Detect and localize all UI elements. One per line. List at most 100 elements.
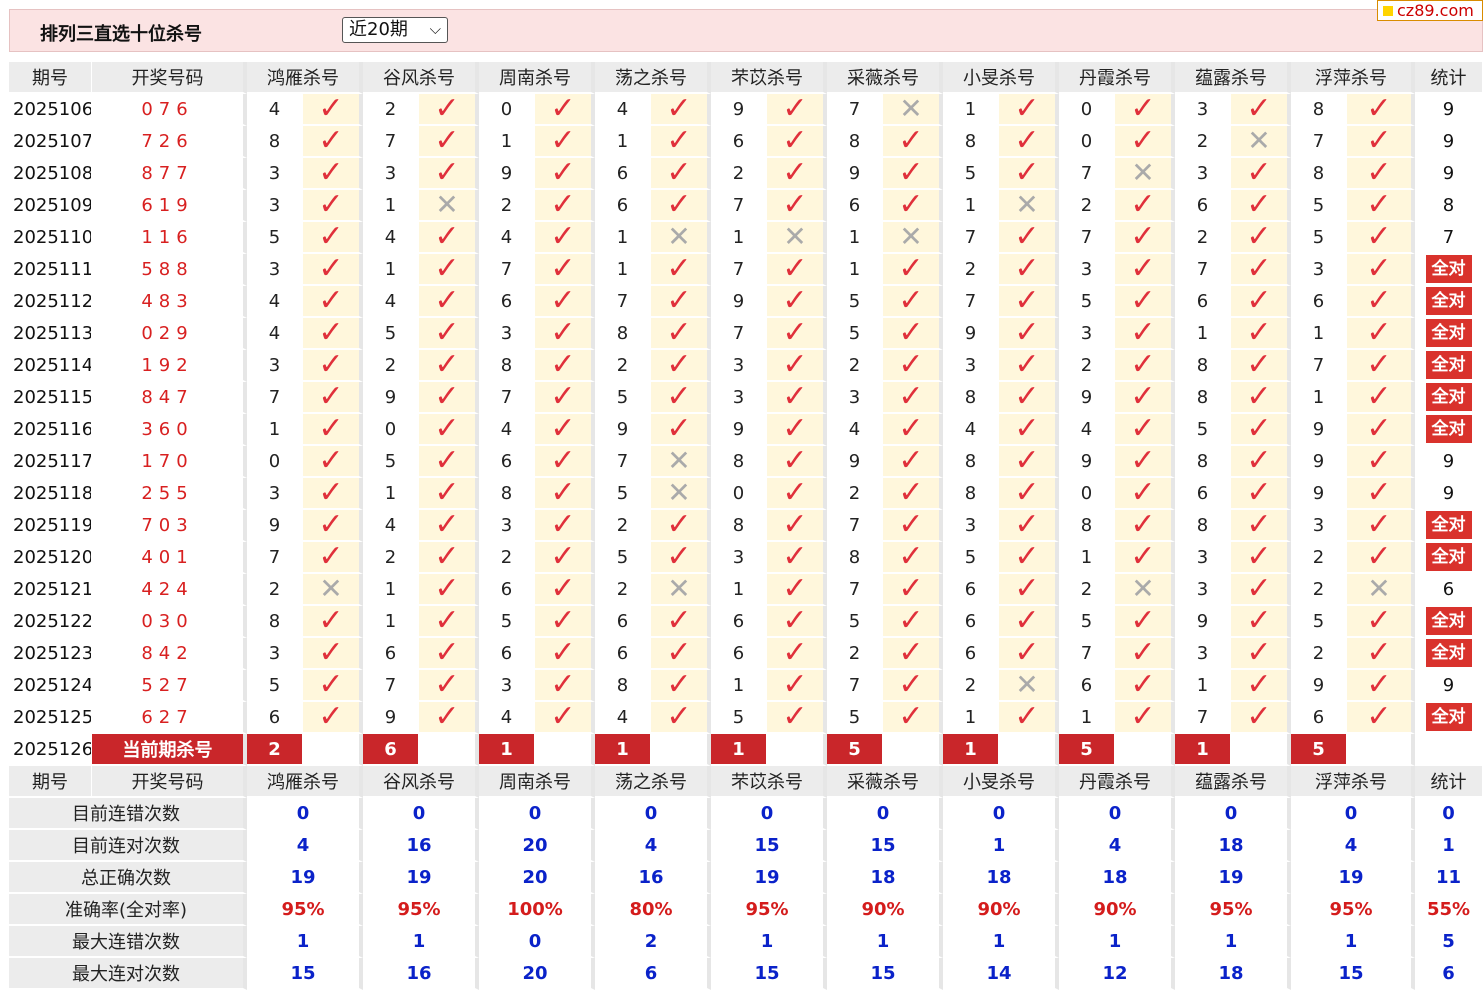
result-mark: ✓ (883, 446, 943, 478)
kill-number: 4 (479, 414, 535, 446)
check-icon: ✓ (1130, 126, 1156, 158)
summary-row: 目前连对次数 4 16 20 4 15 15 1 4 18 4 1 (9, 830, 1483, 862)
result-mark: ✓ (1347, 222, 1415, 254)
period-cell: 2025125 (9, 702, 92, 734)
check-icon: ✓ (1014, 286, 1040, 318)
kill-number: 1 (1291, 382, 1347, 414)
check-icon: ✓ (550, 126, 576, 158)
kill-number: 0 (1059, 126, 1115, 158)
result-mark: ✓ (999, 222, 1059, 254)
check-icon: ✓ (1366, 510, 1392, 542)
check-icon: ✓ (318, 254, 344, 286)
empty-cell (651, 734, 711, 766)
kill-number: 7 (943, 286, 999, 318)
result-mark: ✓ (419, 126, 479, 158)
period-cell: 2025115 (9, 382, 92, 414)
check-icon: ✓ (318, 286, 344, 318)
kill-number: 3 (1175, 638, 1231, 670)
kill-number: 2 (1059, 190, 1115, 222)
check-icon: ✓ (434, 574, 460, 606)
period-cell: 2025117 (9, 446, 92, 478)
all-correct-badge: 全对 (1425, 383, 1472, 411)
summary-label: 总正确次数 (9, 862, 247, 894)
kill-number: 5 (827, 606, 883, 638)
kill-number: 9 (1291, 670, 1347, 702)
summary-value: 12 (1059, 958, 1175, 990)
period-cell: 2025107 (9, 126, 92, 158)
stat-value: 6 (1442, 578, 1455, 600)
result-mark: ✓ (651, 382, 711, 414)
draw-number-cell: 401 (92, 542, 247, 574)
check-icon: ✓ (318, 350, 344, 382)
current-kill-number: 1 (943, 734, 999, 766)
check-icon: ✓ (782, 126, 808, 158)
result-mark: ✓ (535, 254, 595, 286)
kill-number: 1 (1291, 318, 1347, 350)
result-mark: ✓ (303, 286, 363, 318)
current-kill-number: 5 (1059, 734, 1115, 766)
check-icon: ✓ (782, 446, 808, 478)
check-icon: ✓ (898, 350, 924, 382)
cross-icon: ✕ (1247, 126, 1271, 157)
period-select[interactable]: 近20期 ⌵ (342, 17, 448, 43)
summary-value: 0 (479, 798, 595, 830)
kill-number: 6 (247, 702, 303, 734)
header-row: 期号 开奖号码 鸿雁杀号 谷风杀号 周南杀号 荡之杀号 芣苡杀号 采薇杀号 小旻杀号 丹霞杀号 蕴露… (9, 62, 1483, 94)
kill-number: 8 (1175, 382, 1231, 414)
result-mark: ✓ (767, 510, 827, 542)
summary-value: 18 (1175, 958, 1291, 990)
result-mark: ✓ (1347, 126, 1415, 158)
result-mark: ✓ (303, 670, 363, 702)
kill-number: 9 (827, 158, 883, 190)
result-mark: ✓ (767, 446, 827, 478)
result-mark: ✓ (1347, 638, 1415, 670)
result-mark: ✓ (535, 638, 595, 670)
page-title: 排列三直选十位杀号 (40, 24, 202, 45)
check-icon: ✓ (318, 638, 344, 670)
result-mark: ✕ (883, 94, 943, 126)
cross-icon: ✕ (667, 478, 691, 509)
check-icon: ✓ (434, 94, 460, 126)
kill-number: 6 (943, 574, 999, 606)
cross-icon: ✕ (783, 222, 807, 253)
result-mark: ✓ (303, 94, 363, 126)
check-icon: ✓ (1014, 350, 1040, 382)
check-icon: ✓ (666, 414, 692, 446)
summary-value: 18 (943, 862, 1059, 894)
result-mark: ✓ (999, 158, 1059, 190)
kill-number: 7 (1059, 638, 1115, 670)
result-mark: ✓ (883, 638, 943, 670)
current-kill-number: 1 (711, 734, 767, 766)
kill-number: 3 (247, 158, 303, 190)
stat-cell: 9 (1415, 446, 1483, 478)
header-row: 期号 开奖号码 鸿雁杀号 谷风杀号 周南杀号 荡之杀号 芣苡杀号 采薇杀号 小旻杀号 丹霞杀号 蕴露… (9, 766, 1483, 798)
stat-cell: 7 (1415, 222, 1483, 254)
check-icon: ✓ (1246, 478, 1272, 510)
kill-number: 5 (1291, 606, 1347, 638)
check-icon: ✓ (550, 574, 576, 606)
kill-number: 3 (827, 382, 883, 414)
check-icon: ✓ (1014, 542, 1040, 574)
result-mark: ✓ (535, 670, 595, 702)
result-mark: ✓ (999, 126, 1059, 158)
check-icon: ✓ (434, 446, 460, 478)
summary-value: 95% (247, 894, 363, 926)
check-icon: ✓ (434, 286, 460, 318)
site-logo[interactable]: cz89.com (1377, 0, 1483, 21)
kill-number: 5 (827, 318, 883, 350)
draw-number-cell: 588 (92, 254, 247, 286)
kill-number: 3 (1291, 254, 1347, 286)
kill-number: 9 (1175, 606, 1231, 638)
all-correct-badge: 全对 (1425, 319, 1472, 347)
result-mark: ✕ (303, 574, 363, 606)
table-row: 2025113 029 4 ✓ 5 ✓ 3 ✓ 8 ✓ 7 ✓ 5 ✓ 9 ✓ 3 ✓ 1 ✓ 1 ✓ 全对 (9, 318, 1483, 350)
col-header: 谷风杀号 (363, 766, 479, 798)
summary-value: 55% (1415, 894, 1483, 926)
kill-number: 7 (711, 190, 767, 222)
kill-number: 9 (1291, 478, 1347, 510)
check-icon: ✓ (666, 126, 692, 158)
result-mark: ✓ (767, 318, 827, 350)
summary-value: 95% (363, 894, 479, 926)
check-icon: ✓ (782, 94, 808, 126)
col-header: 周南杀号 (479, 766, 595, 798)
